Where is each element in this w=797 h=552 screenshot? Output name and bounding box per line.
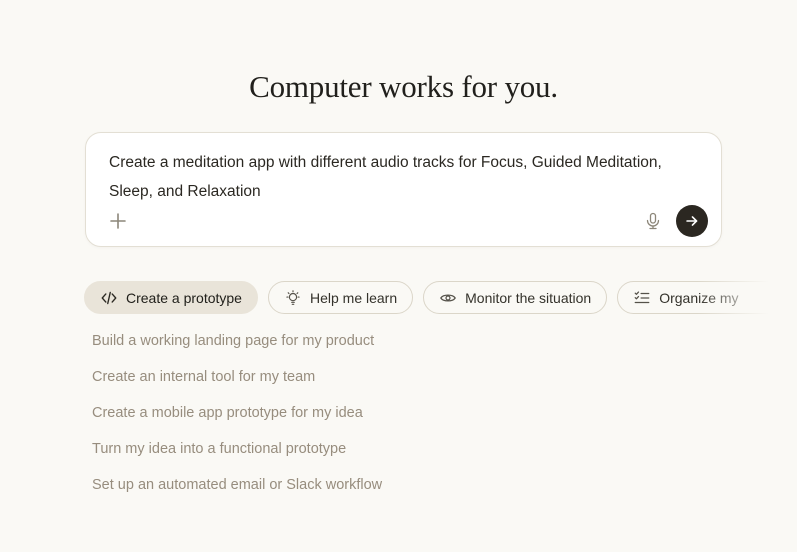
mic-button[interactable] [643,211,663,231]
eye-icon [439,289,457,307]
arrow-right-icon [683,212,701,230]
suggestion-item[interactable]: Build a working landing page for my prod… [92,323,382,359]
suggestion-list: Build a working landing page for my prod… [92,323,382,503]
tab-label: Create a prototype [126,289,242,306]
page-title: Computer works for you. [249,68,558,104]
microphone-icon [643,211,663,231]
tab-organize[interactable]: Organize my [617,281,797,314]
send-button[interactable] [676,205,708,237]
plus-icon [109,212,127,230]
suggestion-item[interactable]: Turn my idea into a functional prototype [92,431,382,467]
suggestion-item[interactable]: Create an internal tool for my team [92,359,382,395]
tab-help-me-learn[interactable]: Help me learn [267,281,414,314]
tab-monitor-the-situation[interactable]: Monitor the situation [423,281,608,314]
tab-label: Monitor the situation [465,289,592,306]
suggestion-item[interactable]: Create a mobile app prototype for my ide… [92,395,382,431]
tab-label: Help me learn [309,289,398,306]
composer-toolbar [109,205,708,237]
checklist-icon [633,289,651,307]
suggestion-item[interactable]: Set up an automated email or Slack workf… [92,467,382,503]
category-tabs: Create a prototype Help me learn Monitor… [84,281,797,314]
tab-label: Organize my [659,289,739,306]
composer-toolbar-right [643,205,708,237]
composer-input[interactable]: Create a meditation app with different a… [86,133,721,206]
lightbulb-icon [284,289,302,307]
code-icon [100,289,118,307]
tab-create-a-prototype[interactable]: Create a prototype [84,281,258,314]
composer-card: Create a meditation app with different a… [85,132,722,247]
attach-button[interactable] [109,212,127,230]
